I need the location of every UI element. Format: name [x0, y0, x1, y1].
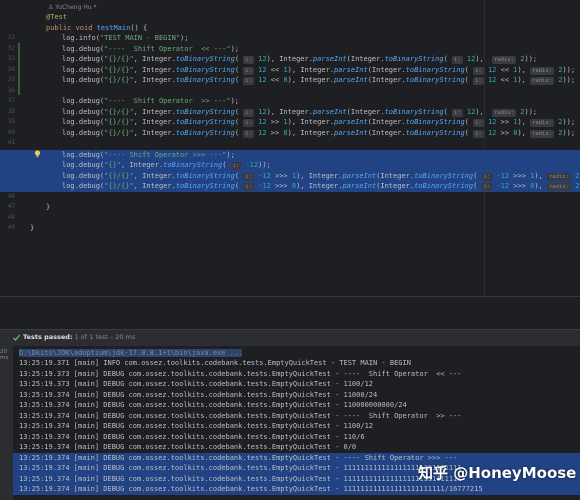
annotation: @Test: [46, 13, 68, 21]
lightbulb-icon[interactable]: [34, 150, 41, 158]
code-line[interactable]: log.debug("{}/{}", Integer.toBinaryStrin…: [0, 117, 580, 128]
code-line[interactable]: }: [0, 202, 580, 213]
code-line[interactable]: log.debug("---- Shift Operator << ---");: [0, 44, 580, 55]
author-hint: ♙ YuCheng Hu *: [48, 4, 97, 11]
console-line[interactable]: 13:25:19.373 [main] DEBUG com.ossez.tool…: [13, 369, 580, 380]
console-line[interactable]: 13:25:19.373 [main] DEBUG com.ossez.tool…: [13, 379, 580, 390]
author-name: YuCheng Hu *: [55, 4, 97, 11]
code-line[interactable]: log.debug("{}/{}", Integer.toBinaryStrin…: [0, 54, 580, 65]
console-line[interactable]: 13:25:19.374 [main] DEBUG com.ossez.tool…: [13, 400, 580, 411]
code-line[interactable]: log.debug("{}/{}", Integer.toBinaryStrin…: [0, 128, 580, 139]
console-line[interactable]: 13:25:19.374 [main] DEBUG com.ossez.tool…: [13, 421, 580, 432]
check-icon: [12, 334, 21, 342]
test-status: Tests passed: 1 of 1 test – 20 ms: [23, 333, 136, 341]
code-line[interactable]: @Test: [0, 12, 580, 23]
console-line[interactable]: 13:25:19.374 [main] DEBUG com.ossez.tool…: [13, 411, 580, 422]
panel-spacer: [0, 297, 580, 329]
code-line-selected[interactable]: log.debug("{}/{}", Integer.toBinaryStrin…: [0, 181, 580, 192]
code-line[interactable]: log.debug("---- Shift Operator >> ---");: [0, 96, 580, 107]
code-line[interactable]: public void testMain() {: [0, 23, 580, 34]
code-line-selected[interactable]: log.debug("{}/{}", Integer.toBinaryStrin…: [0, 171, 580, 182]
code-editor[interactable]: ♙ YuCheng Hu * 31 32 33 34 35 36 37 38 3…: [0, 0, 580, 296]
code-line[interactable]: log.debug("{}/{}", Integer.toBinaryStrin…: [0, 107, 580, 118]
code-line[interactable]: log.debug("{}/{}", Integer.toBinaryStrin…: [0, 65, 580, 76]
code-line-selected[interactable]: log.debug("{}", Integer.toBinaryString( …: [0, 160, 580, 171]
test-count: 1 of 1 test – 20 ms: [74, 333, 136, 341]
console-line[interactable]: 13:25:19.374 [main] DEBUG com.ossez.tool…: [13, 442, 580, 453]
code-line[interactable]: log.info("TEST MAIN - BEGIN");: [0, 33, 580, 44]
console-line[interactable]: 13:25:19.374 [main] DEBUG com.ossez.tool…: [13, 390, 580, 401]
test-results-bar: Tests passed: 1 of 1 test – 20 ms: [0, 329, 580, 347]
console-command-line[interactable]: D:\Dkits\JDK\adoptium\jdk-17.0.8.1+1\bin…: [13, 348, 580, 359]
code-line[interactable]: }: [0, 223, 580, 234]
console-line-selected[interactable]: 13:25:19.374 [main] DEBUG com.ossez.tool…: [13, 484, 580, 495]
console-line[interactable]: 13:25:19.371 [main] INFO com.ossez.toolk…: [13, 358, 580, 369]
test-duration: 20 ms: [0, 349, 9, 361]
code-line[interactable]: log.debug("{}/{}", Integer.toBinaryStrin…: [0, 75, 580, 86]
code-line-selected[interactable]: log.debug("---- Shift Operator >>> ---")…: [0, 150, 580, 161]
test-tree[interactable]: 20 ms: [0, 346, 13, 500]
watermark: 知乎 @HoneyMoose: [418, 464, 577, 482]
console-line[interactable]: 13:25:19.374 [main] DEBUG com.ossez.tool…: [13, 432, 580, 443]
